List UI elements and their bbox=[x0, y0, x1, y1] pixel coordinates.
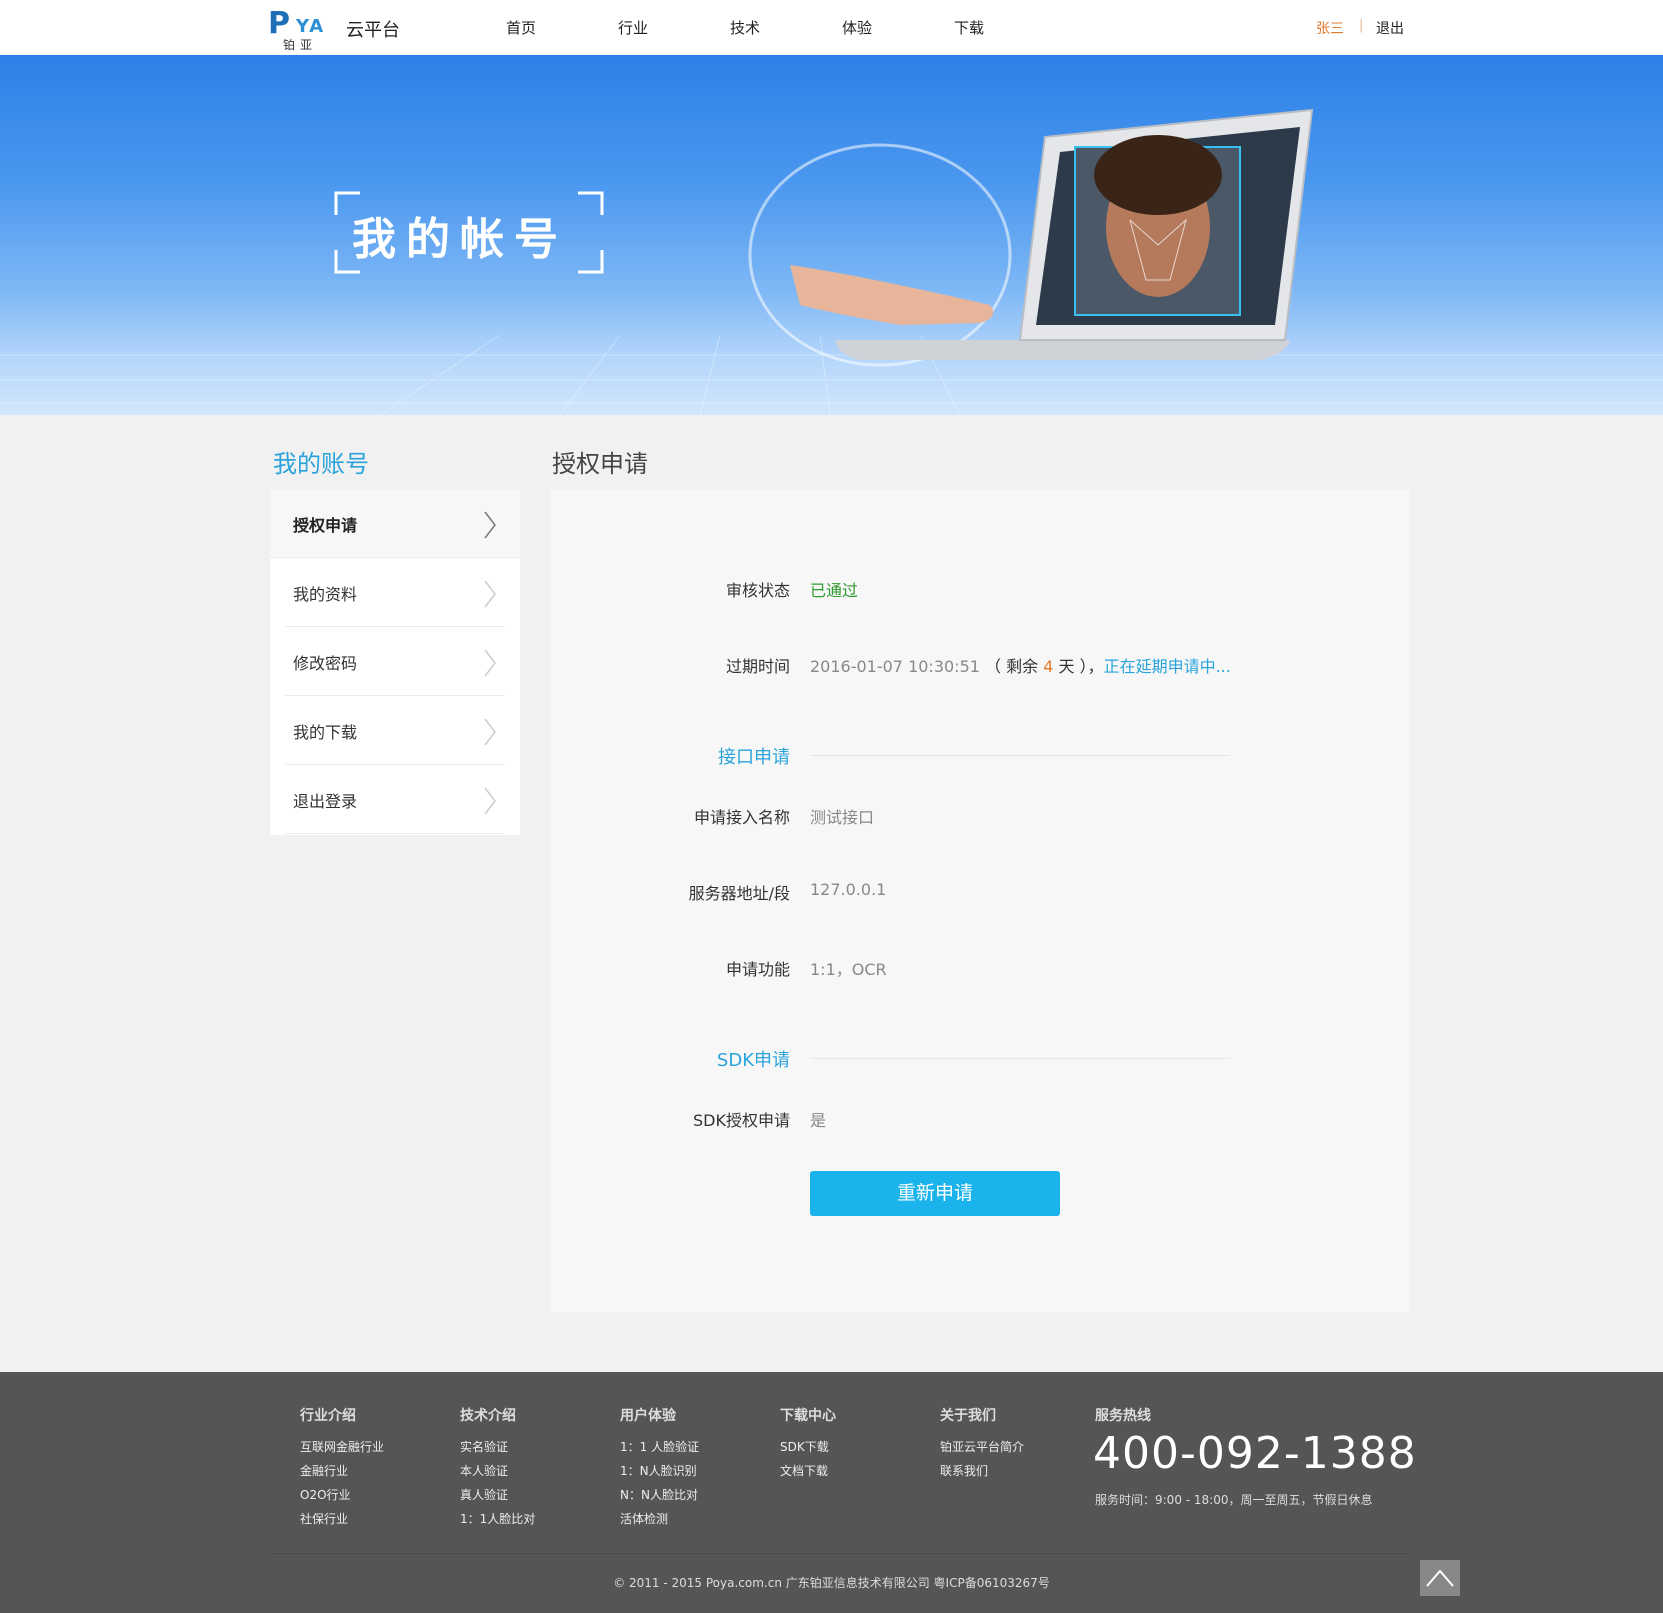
expire-date: 2016-01-07 10:30:51 bbox=[810, 657, 980, 676]
chevron-right-icon bbox=[484, 718, 496, 746]
footer-link[interactable]: 铂亚云平台简介 bbox=[940, 1438, 1024, 1455]
nav-home[interactable]: 首页 bbox=[506, 17, 536, 38]
server-address-label: 服务器地址/段 bbox=[688, 884, 790, 903]
footer-col-industry-title: 行业介绍 bbox=[300, 1408, 356, 1424]
footer-col-download-title: 下载中心 bbox=[780, 1408, 836, 1424]
sidebar-item-sign-out[interactable]: 退出登录 bbox=[285, 766, 505, 834]
footer-link[interactable]: O2O行业 bbox=[300, 1486, 351, 1503]
footer-link[interactable]: 1：1人脸比对 bbox=[460, 1510, 535, 1527]
sdk-section-title: SDK申请 bbox=[716, 1050, 790, 1071]
service-hours: 服务时间：9:00 - 18:00，周一至周五，节假日休息 bbox=[1095, 1493, 1373, 1507]
footer-link[interactable]: 金融行业 bbox=[300, 1462, 348, 1479]
sidebar-item-my-profile[interactable]: 我的资料 bbox=[285, 559, 505, 627]
sidebar-item-label: 我的资料 bbox=[293, 585, 358, 604]
logout-link[interactable]: 退出 bbox=[1376, 18, 1404, 38]
logo-ya: YA bbox=[296, 16, 326, 37]
sidebar-menu: 授权申请 我的资料 修改密码 我的下载 退出登录 bbox=[270, 490, 520, 835]
footer-link[interactable]: 1：N人脸识别 bbox=[620, 1462, 697, 1479]
footer-link[interactable]: 活体检测 bbox=[620, 1510, 668, 1527]
hotline-title: 服务热线 bbox=[1095, 1408, 1151, 1424]
chevron-right-icon bbox=[484, 649, 496, 677]
sidebar-item-label: 修改密码 bbox=[293, 654, 358, 673]
chevron-right-icon bbox=[484, 580, 496, 608]
hotline-number: 400-092-1388 bbox=[1093, 1428, 1417, 1479]
user-name-link[interactable]: 张三 bbox=[1316, 18, 1344, 38]
sidebar-item-label: 授权申请 bbox=[293, 516, 358, 535]
header-separator: | bbox=[1359, 18, 1364, 33]
status-label: 审核状态 bbox=[725, 581, 790, 600]
footer-link[interactable]: 本人验证 bbox=[460, 1462, 508, 1479]
footer-divider bbox=[270, 1553, 1410, 1554]
section-divider bbox=[810, 755, 1230, 756]
expire-label: 过期时间 bbox=[725, 657, 790, 676]
sdk-auth-value: 是 bbox=[810, 1111, 827, 1130]
section-divider bbox=[810, 1058, 1230, 1059]
hero-banner: 我的帐号 bbox=[0, 55, 1663, 415]
status-value: 已通过 bbox=[810, 581, 859, 600]
api-name-label: 申请接入名称 bbox=[693, 808, 790, 827]
footer-link[interactable]: 互联网金融行业 bbox=[300, 1438, 384, 1455]
sidebar-item-label: 我的下载 bbox=[293, 723, 358, 742]
footer-col-about-title: 关于我们 bbox=[940, 1408, 996, 1424]
remain-days: 4 bbox=[1043, 657, 1054, 676]
nav-experience[interactable]: 体验 bbox=[842, 17, 872, 38]
copyright: © 2011 - 2015 Poya.com.cn 广东铂亚信息技术有限公司 粤… bbox=[613, 1576, 1050, 1590]
poya-logo[interactable]: P YA 铂亚 bbox=[268, 6, 330, 52]
banner-illustration bbox=[0, 108, 1663, 415]
nav-industry[interactable]: 行业 bbox=[618, 17, 648, 38]
reapply-button[interactable]: 重新申请 bbox=[810, 1171, 1060, 1216]
footer-link[interactable]: 社保行业 bbox=[300, 1510, 348, 1527]
logo-chinese: 铂亚 bbox=[283, 38, 318, 52]
api-section-title: 接口申请 bbox=[718, 747, 790, 768]
page-title: 授权申请 bbox=[552, 450, 648, 478]
server-address-value: 127.0.0.1 bbox=[810, 880, 887, 899]
footer-link[interactable]: 真人验证 bbox=[460, 1486, 508, 1503]
nav-technology[interactable]: 技术 bbox=[730, 17, 760, 38]
top-header: P YA 铂亚 云平台 首页 行业 技术 体验 下载 张三 | 退出 bbox=[0, 0, 1663, 55]
function-value: 1:1，OCR bbox=[810, 960, 887, 979]
footer-link[interactable]: N：N人脸比对 bbox=[620, 1486, 698, 1503]
footer-link[interactable]: 实名验证 bbox=[460, 1438, 508, 1455]
sidebar-item-my-downloads[interactable]: 我的下载 bbox=[285, 697, 505, 765]
sidebar-item-change-password[interactable]: 修改密码 bbox=[285, 628, 505, 696]
sidebar-title: 我的账号 bbox=[273, 450, 369, 478]
extend-apply-link[interactable]: 正在延期申请中... bbox=[1104, 657, 1231, 676]
brand-name: 云平台 bbox=[346, 20, 400, 41]
footer-col-experience-title: 用户体验 bbox=[620, 1408, 676, 1424]
sidebar-item-label: 退出登录 bbox=[293, 792, 358, 811]
function-label: 申请功能 bbox=[725, 960, 790, 979]
chevron-right-icon bbox=[484, 511, 496, 539]
arrow-up-icon bbox=[1426, 1569, 1454, 1587]
footer-link[interactable]: SDK下载 bbox=[780, 1438, 829, 1455]
sidebar-item-auth-apply[interactable]: 授权申请 bbox=[270, 490, 520, 558]
expire-info: 2016-01-07 10:30:51 （ 剩余 4 天 ），正在延期申请中..… bbox=[810, 653, 1231, 677]
api-name-value: 测试接口 bbox=[810, 808, 875, 827]
back-to-top-button[interactable] bbox=[1420, 1560, 1460, 1596]
remain-suffix: 天 ）， bbox=[1058, 657, 1104, 676]
remain-prefix: （ 剩余 bbox=[985, 657, 1039, 676]
chevron-right-icon bbox=[484, 787, 496, 815]
footer-link[interactable]: 文档下载 bbox=[780, 1462, 828, 1479]
sdk-auth-label: SDK授权申请 bbox=[693, 1111, 790, 1130]
footer-link[interactable]: 1：1 人脸验证 bbox=[620, 1438, 699, 1455]
nav-download[interactable]: 下载 bbox=[954, 17, 984, 38]
footer-col-tech-title: 技术介绍 bbox=[460, 1408, 516, 1424]
footer-link[interactable]: 联系我们 bbox=[940, 1462, 988, 1479]
banner-title: 我的帐号 bbox=[352, 214, 568, 265]
